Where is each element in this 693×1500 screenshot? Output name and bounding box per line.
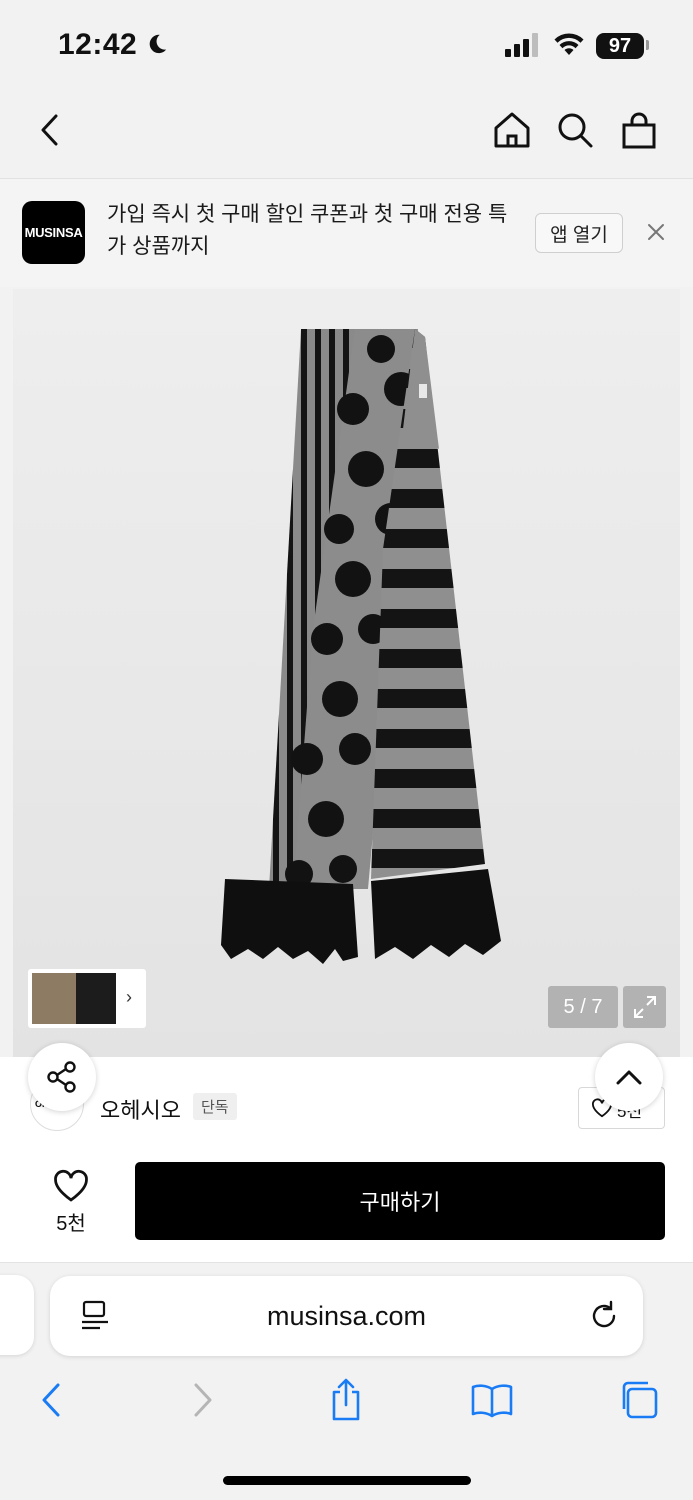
url-text[interactable]: musinsa.com — [50, 1276, 643, 1356]
chevron-left-icon — [42, 1383, 60, 1417]
search-button[interactable] — [553, 108, 597, 152]
promo-text: 가입 즉시 첫 구매 할인 쿠폰과 첫 구매 전용 특가 상품까지 — [107, 203, 508, 258]
home-indicator — [223, 1476, 471, 1485]
scroll-top-button[interactable] — [595, 1043, 663, 1111]
heart-icon[interactable] — [52, 1169, 90, 1203]
musinsa-logo: MUSINSA — [22, 201, 85, 264]
exclusive-badge: 단독 — [193, 1093, 237, 1120]
top-nav — [0, 90, 693, 179]
previous-tab-preview[interactable] — [0, 1275, 34, 1355]
browser-forward-button[interactable] — [177, 1375, 227, 1425]
expand-icon — [633, 996, 656, 1018]
home-button[interactable] — [490, 108, 534, 152]
shopping-bag-icon — [622, 112, 656, 149]
moon-icon — [149, 34, 167, 54]
product-image-gallery[interactable] — [13, 289, 680, 1057]
battery-indicator: 97 — [596, 33, 644, 59]
wifi-icon — [554, 33, 584, 55]
thumbnail-image — [32, 973, 76, 1024]
buy-button[interactable]: 구매하기 — [135, 1162, 665, 1240]
open-app-button[interactable]: 앱 열기 — [535, 213, 623, 253]
chevron-right-icon: › — [126, 987, 132, 1007]
bookmarks-button[interactable] — [467, 1375, 517, 1425]
brand-name[interactable]: 오헤시오 — [100, 1093, 181, 1125]
signal-icon — [505, 33, 538, 57]
home-icon — [494, 112, 530, 148]
expand-button[interactable] — [623, 986, 666, 1028]
product-image — [221, 329, 501, 964]
battery-nub — [646, 40, 649, 50]
status-time: 12:42 — [58, 28, 138, 61]
status-bar: 12:42 97 — [0, 0, 693, 90]
address-bar[interactable]: musinsa.com — [50, 1276, 643, 1356]
thumbnail-image — [76, 973, 116, 1024]
wishlist-count: 5천 — [56, 1213, 86, 1235]
reload-icon[interactable] — [588, 1300, 620, 1332]
chevron-left-icon — [41, 114, 58, 146]
back-button[interactable] — [28, 108, 72, 152]
reader-icon[interactable] — [80, 1300, 110, 1332]
image-counter: 5 / 7 — [548, 986, 618, 1028]
share-button[interactable] — [28, 1043, 96, 1111]
tabs-icon — [622, 1381, 658, 1419]
search-icon — [558, 113, 593, 148]
book-icon — [471, 1384, 513, 1418]
purchase-bar: 5천 구매하기 — [0, 1141, 693, 1263]
share-icon — [332, 1378, 360, 1421]
close-icon[interactable] — [644, 220, 668, 244]
app-promo-banner: MUSINSA 가입 즉시 첫 구매 할인 쿠폰과 첫 구매 전용 특가 상품까… — [0, 179, 693, 287]
chevron-up-icon — [616, 1070, 642, 1085]
chevron-right-icon — [194, 1383, 212, 1417]
browser-share-button[interactable] — [321, 1375, 371, 1425]
browser-back-button[interactable] — [27, 1375, 77, 1425]
browser-toolbar: musinsa.com — [0, 1263, 693, 1500]
tabs-button[interactable] — [614, 1375, 664, 1425]
look-thumbnail[interactable]: › — [28, 969, 146, 1028]
brand-row: OH 오헤시오 단독 5천 — [0, 1057, 693, 1142]
share-icon — [47, 1061, 76, 1093]
cart-button[interactable] — [617, 108, 661, 152]
